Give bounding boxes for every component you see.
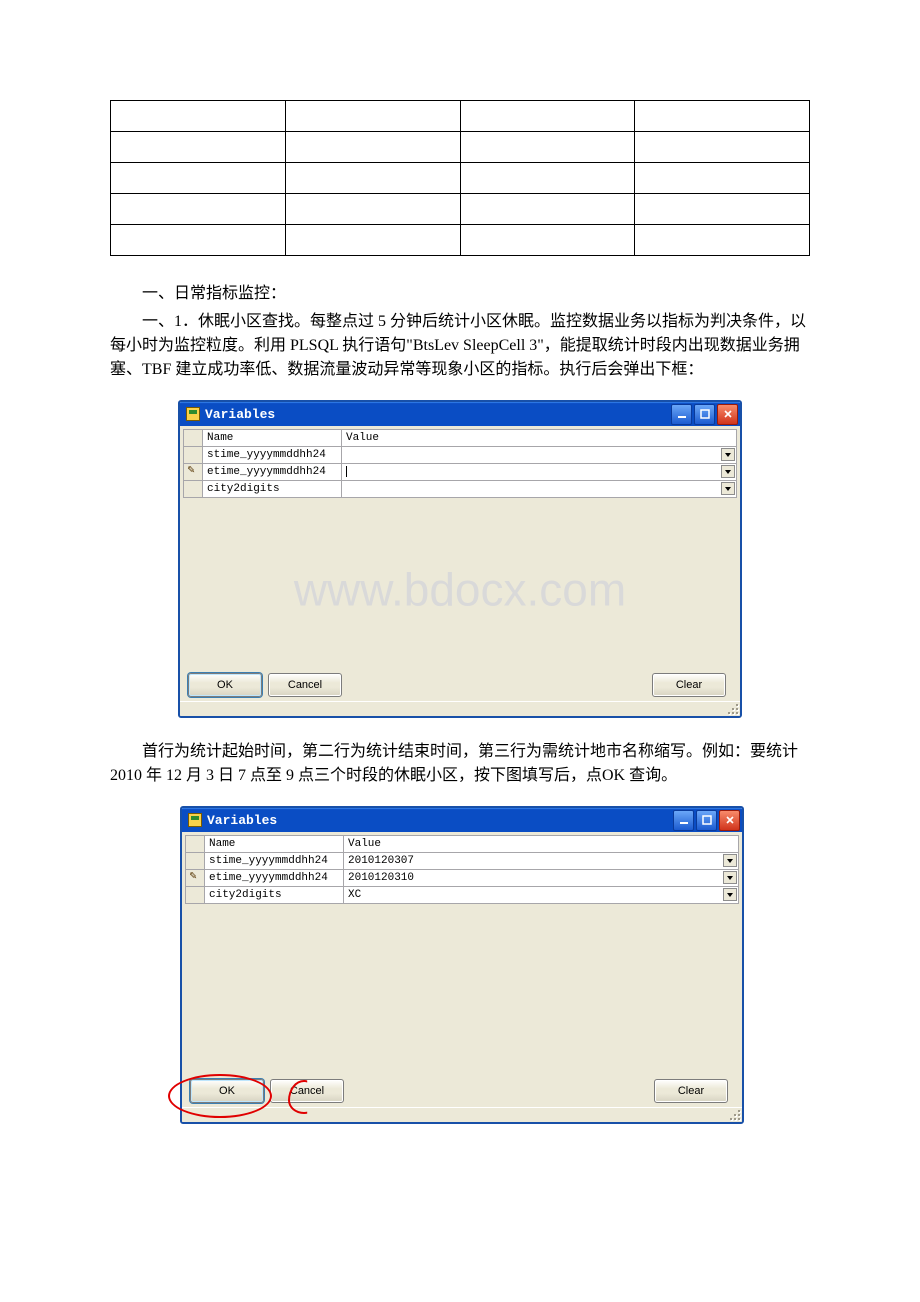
row-indicator-active [186, 870, 205, 887]
dropdown-icon[interactable] [723, 854, 737, 867]
maximize-icon[interactable] [694, 404, 715, 425]
cancel-button[interactable]: Cancel [268, 673, 342, 697]
table-row[interactable]: stime_yyyymmddhh24 2010120307 [186, 853, 739, 870]
pencil-icon [188, 464, 199, 476]
row-header-blank [186, 836, 205, 853]
variables-grid: Name Value stime_yyyymmddhh24 etime_yyyy… [183, 429, 737, 498]
var-value-cell[interactable]: 2010120307 [344, 853, 739, 870]
watermark: www.bdocx.com [183, 562, 737, 616]
app-icon [188, 813, 202, 827]
table-row[interactable]: stime_yyyymmddhh24 [184, 447, 737, 464]
col-header-value: Value [344, 836, 739, 853]
window-title: Variables [205, 407, 275, 422]
dialog-body: www.bdocx.com [183, 501, 737, 667]
row-indicator-active [184, 464, 203, 481]
resize-grip-icon[interactable] [729, 1109, 741, 1121]
titlebar[interactable]: Variables [182, 808, 742, 832]
var-name: city2digits [203, 481, 342, 498]
maximize-icon[interactable] [696, 810, 717, 831]
row-indicator [186, 887, 205, 904]
dialog-body [185, 907, 739, 1073]
var-name: stime_yyyymmddhh24 [205, 853, 344, 870]
table-row[interactable]: city2digits [184, 481, 737, 498]
var-value-cell[interactable]: 2010120310 [344, 870, 739, 887]
minimize-icon[interactable] [671, 404, 692, 425]
titlebar[interactable]: Variables [180, 402, 740, 426]
clear-button[interactable]: Clear [652, 673, 726, 697]
window-title: Variables [207, 813, 277, 828]
var-name: city2digits [205, 887, 344, 904]
dropdown-icon[interactable] [721, 465, 735, 478]
app-icon [186, 407, 200, 421]
paragraph-2: 首行为统计起始时间，第二行为统计结束时间，第三行为需统计地市名称缩写。例如：要统… [110, 740, 810, 788]
dropdown-icon[interactable] [721, 448, 735, 461]
variables-dialog-1: Variables Name Value stime_yyyymmddhh24 [178, 400, 742, 718]
dropdown-icon[interactable] [721, 482, 735, 495]
row-indicator [184, 481, 203, 498]
ok-button[interactable]: OK [190, 1079, 264, 1103]
statusbar [180, 701, 740, 716]
clear-button[interactable]: Clear [654, 1079, 728, 1103]
col-header-value: Value [342, 430, 737, 447]
row-indicator [186, 853, 205, 870]
variables-dialog-2: Variables Name Value stime_yyyymmddhh24 [180, 806, 744, 1124]
var-name: etime_yyyymmddhh24 [205, 870, 344, 887]
table-row[interactable]: etime_yyyymmddhh24 [184, 464, 737, 481]
close-icon[interactable] [719, 810, 740, 831]
resize-grip-icon[interactable] [727, 703, 739, 715]
col-header-name: Name [205, 836, 344, 853]
table-row[interactable]: etime_yyyymmddhh24 2010120310 [186, 870, 739, 887]
pencil-icon [190, 870, 201, 882]
row-header-blank [184, 430, 203, 447]
section-heading: 一、日常指标监控： [110, 282, 810, 306]
var-value-cell[interactable]: XC [344, 887, 739, 904]
close-icon[interactable] [717, 404, 738, 425]
minimize-icon[interactable] [673, 810, 694, 831]
blank-table [110, 100, 810, 256]
dropdown-icon[interactable] [723, 888, 737, 901]
cancel-button[interactable]: Cancel [270, 1079, 344, 1103]
paragraph-1: 一、1．休眠小区查找。每整点过 5 分钟后统计小区休眠。监控数据业务以指标为判决… [110, 310, 810, 382]
dropdown-icon[interactable] [723, 871, 737, 884]
var-name: etime_yyyymmddhh24 [203, 464, 342, 481]
var-value-cell[interactable] [342, 464, 737, 481]
col-header-name: Name [203, 430, 342, 447]
variables-grid: Name Value stime_yyyymmddhh24 2010120307… [185, 835, 739, 904]
var-value-cell[interactable] [342, 447, 737, 464]
var-name: stime_yyyymmddhh24 [203, 447, 342, 464]
table-row[interactable]: city2digits XC [186, 887, 739, 904]
var-value-cell[interactable] [342, 481, 737, 498]
row-indicator [184, 447, 203, 464]
ok-button[interactable]: OK [188, 673, 262, 697]
statusbar [182, 1107, 742, 1122]
